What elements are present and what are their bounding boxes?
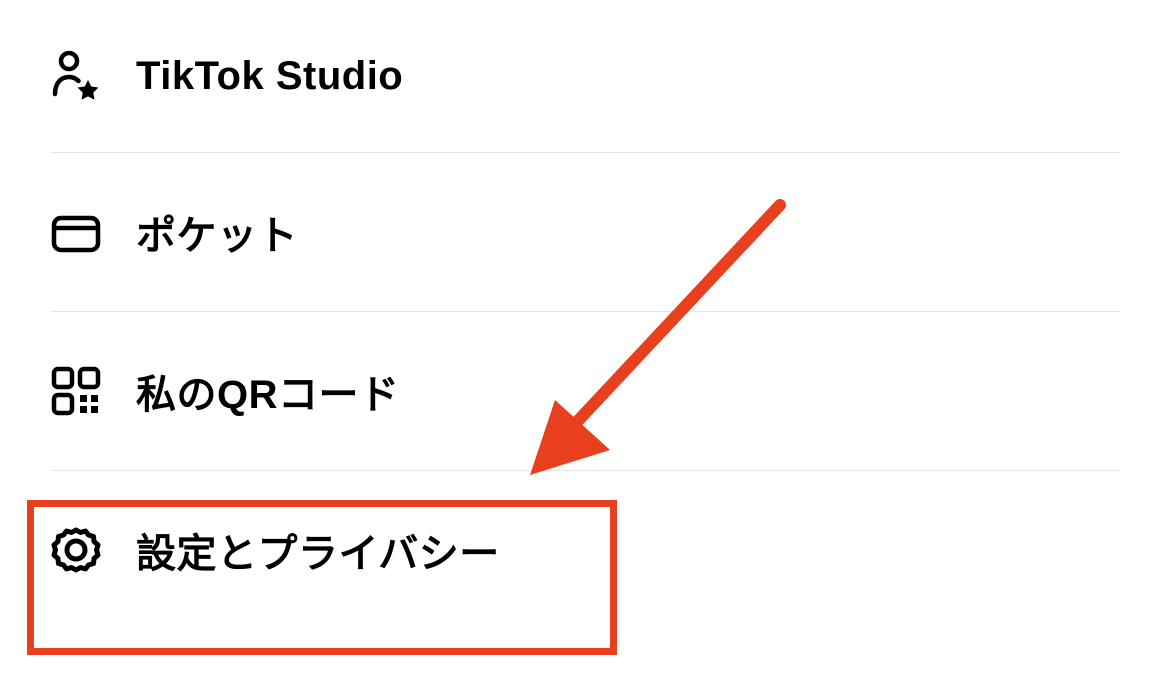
- menu-item-label: TikTok Studio: [136, 54, 403, 99]
- wallet-icon: [50, 206, 102, 258]
- menu-item-label: 私のQRコード: [136, 362, 400, 420]
- menu-item-qr-code[interactable]: 私のQRコード: [50, 312, 1120, 471]
- person-star-icon: [50, 50, 102, 102]
- menu-item-tiktok-studio[interactable]: TikTok Studio: [50, 0, 1120, 153]
- menu-item-settings-privacy[interactable]: 設定とプライバシー: [50, 471, 1120, 629]
- qr-code-icon: [50, 365, 102, 417]
- menu-item-label: 設定とプライバシー: [136, 521, 500, 579]
- menu-item-label: ポケット: [136, 203, 298, 261]
- gear-icon: [50, 524, 102, 576]
- menu-container: TikTok Studio ポケット 私のQRコード: [0, 0, 1170, 629]
- menu-item-pocket[interactable]: ポケット: [50, 153, 1120, 312]
